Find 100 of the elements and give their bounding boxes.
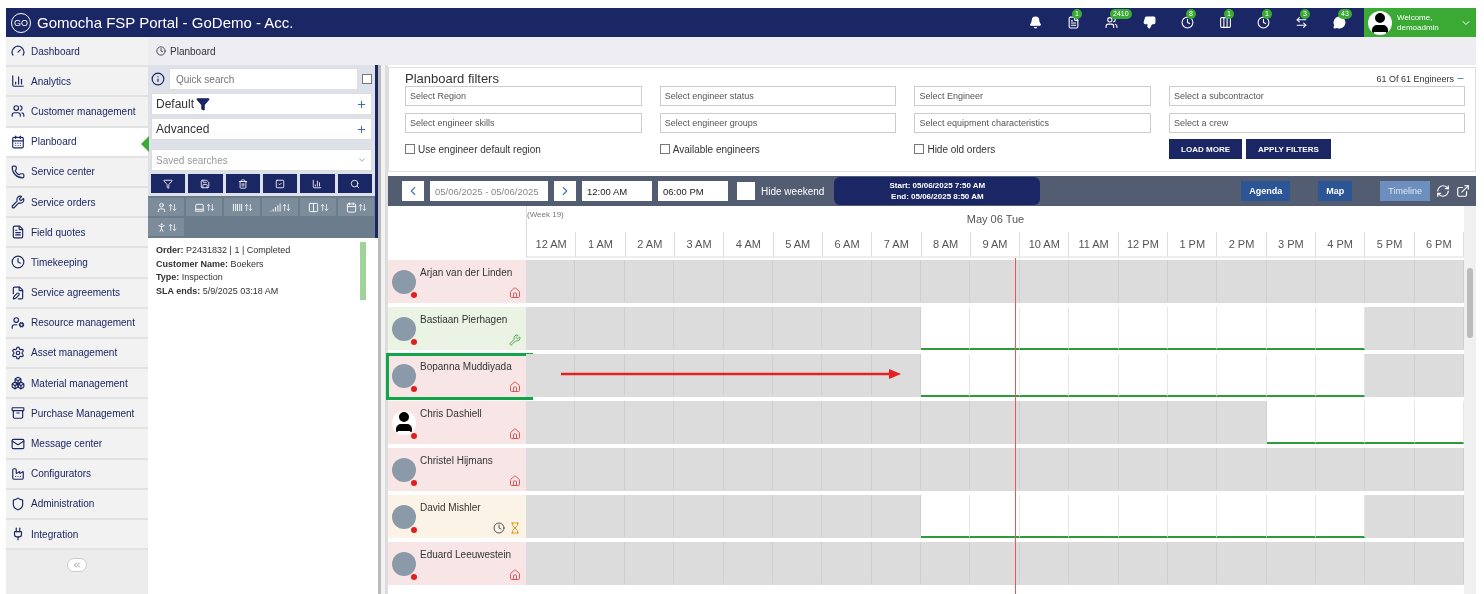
sidebar-item[interactable]: Integration [6, 520, 148, 551]
order-detail: SLA ends: 5/9/2025 03:18 AM [156, 284, 280, 298]
order-detail: Customer Name: Boekers [156, 257, 265, 271]
filter-select[interactable]: Select engineer groups [659, 113, 897, 133]
sidebar-item[interactable]: Service center [6, 157, 148, 188]
user-name: demoadmin [1397, 22, 1440, 33]
filter-section[interactable]: Default [151, 93, 372, 115]
week-label: (Week 19) [527, 210, 565, 219]
sidebar-item[interactable]: Asset management [6, 338, 148, 370]
filter-button[interactable]: LOAD MORE [1169, 139, 1242, 159]
sidebar-label: Service orders [31, 196, 96, 208]
filter-select[interactable]: Select engineer status [659, 86, 897, 106]
hour-label: 4 PM [1316, 232, 1366, 258]
filter-section[interactable]: Advanced [151, 118, 372, 140]
engineer-card[interactable]: Bastiaan Pierhagen [388, 307, 526, 350]
sidebar-item[interactable]: Service agreements [6, 278, 148, 309]
sidebar-label: Purchase Management [31, 407, 135, 419]
sidebar-item[interactable]: Configurators [6, 459, 148, 490]
hour-label: 12 PM [1118, 232, 1169, 258]
checkbox-label: Available engineers [672, 143, 760, 155]
window-title: Gomocha FSP Portal - GoDemo - Acc. [37, 14, 295, 31]
filters-title: Planboard filters [405, 71, 499, 86]
selection-range: Start: 05/06/2025 7:50 AM End: 05/06/2025 8:50 AM [834, 177, 1041, 205]
hour-label: 10 AM [1020, 232, 1070, 258]
sidebar-item[interactable]: Dashboard [6, 37, 148, 68]
filter-select[interactable]: Select a subcontractor [1169, 86, 1465, 106]
sidebar-item[interactable]: Service orders [6, 187, 148, 219]
breadcrumb[interactable]: Planboard [170, 45, 216, 57]
engineer-card[interactable]: Christel Hijmans [388, 448, 526, 491]
hour-label: 8 AM [921, 232, 971, 258]
sidebar-label: Administration [31, 498, 95, 510]
engineer-name: David Mishler [420, 502, 481, 513]
order-detail: Order: P2431832 | 1 | Completed [156, 244, 292, 257]
sidebar-label: Dashboard [31, 45, 80, 57]
hour-label: 6 AM [822, 232, 873, 258]
sidebar-item[interactable]: Resource management [6, 308, 148, 339]
hour-label: 7 AM [872, 232, 922, 258]
filter-select[interactable]: Select Engineer [914, 86, 1152, 106]
filter-select[interactable]: Select engineer skills [405, 113, 642, 133]
engineer-card[interactable]: Arjan van der Linden [388, 260, 526, 303]
order-card[interactable]: Order: P2431832 | 1 | Completed Customer Name: Boekers Type: Inspection SLA ends: 5/9/2025 03:18 AM [152, 242, 366, 300]
hour-label: 1 AM [576, 232, 626, 258]
sidebar-label: Resource management [31, 317, 135, 329]
hour-label: 5 PM [1365, 232, 1415, 258]
view-tab[interactable]: Map [1318, 181, 1353, 201]
order-detail: Type: Inspection [156, 271, 224, 284]
checkbox-label: Use engineer default region [418, 143, 541, 155]
engineer-name: Bopanna Muddiyada [420, 361, 512, 372]
engineer-name: Bastiaan Pierhagen [420, 314, 508, 325]
engineer-name: Eduard Leeuwestein [420, 549, 512, 560]
welcome-text: Welcome, [1397, 12, 1434, 23]
hour-label: 11 AM [1069, 232, 1119, 258]
engineer-name: Christel Hijmans [420, 455, 493, 466]
sidebar-item[interactable]: Customer management [6, 97, 148, 128]
hour-label: 12 AM [527, 232, 577, 258]
hour-label: 9 AM [970, 232, 1021, 258]
sidebar-item[interactable]: Planboard [6, 127, 148, 158]
sidebar-item[interactable]: Administration [6, 489, 148, 520]
hour-label: 3 PM [1266, 232, 1316, 258]
search-field[interactable]: Quick search [169, 68, 358, 90]
section-label: Default [156, 97, 195, 111]
hour-label: 1 PM [1168, 232, 1218, 258]
sidebar-label: Field quotes [31, 226, 86, 238]
hour-label: 2 PM [1217, 232, 1267, 258]
sidebar-label: Planboard [31, 136, 77, 148]
sidebar-item[interactable]: Material management [6, 369, 148, 400]
hour-label: 5 AM [773, 232, 823, 258]
engineer-card[interactable]: Chris Dashiell [388, 401, 526, 444]
sidebar-label: Service agreements [31, 287, 120, 299]
checkbox-label: Hide weekend [761, 185, 825, 197]
view-tab[interactable]: Agenda [1241, 181, 1291, 201]
checkbox-label: Hide old orders [927, 143, 996, 155]
sidebar-label: Analytics [31, 75, 71, 87]
sidebar-label: Integration [31, 528, 79, 540]
sidebar-label: Message center [31, 438, 103, 450]
sidebar-item[interactable]: Purchase Management [6, 399, 148, 430]
engineer-card[interactable]: Eduard Leeuwestein [388, 542, 526, 585]
engineer-count: 61 Of 61 Engineers [1376, 73, 1454, 84]
filter-select[interactable]: Select a crew [1169, 113, 1465, 133]
engineer-name: Chris Dashiell [420, 408, 482, 419]
filter-select[interactable]: Select Region [405, 86, 642, 106]
sidebar-item[interactable]: Timekeeping [6, 248, 148, 279]
sidebar-item[interactable]: Analytics [6, 67, 148, 98]
sidebar-label: Timekeeping [31, 256, 88, 268]
engineer-card[interactable]: David Mishler [388, 495, 526, 538]
filter-select[interactable]: Select equipment characteristics [914, 113, 1152, 133]
hour-label: 2 AM [625, 232, 675, 258]
hour-label: 3 AM [674, 232, 725, 258]
sidebar-label: Service center [31, 166, 95, 178]
sidebar-label: Configurators [31, 468, 92, 480]
hour-label: 4 AM [724, 232, 774, 258]
end-time-field[interactable]: 06:00 PM [658, 181, 728, 201]
day-label: May 06 Tue [966, 213, 1025, 225]
sidebar-label: Material management [31, 377, 128, 389]
date-range-field[interactable]: 05/06/2025 - 05/06/2025 [430, 181, 548, 201]
sidebar-label: Asset management [31, 347, 118, 359]
start-time-field[interactable]: 12:00 AM [582, 181, 652, 201]
sidebar-item[interactable]: Field quotes [6, 218, 148, 249]
sidebar-item[interactable]: Message center [6, 429, 148, 460]
filter-button[interactable]: APPLY FILTERS [1246, 139, 1331, 159]
